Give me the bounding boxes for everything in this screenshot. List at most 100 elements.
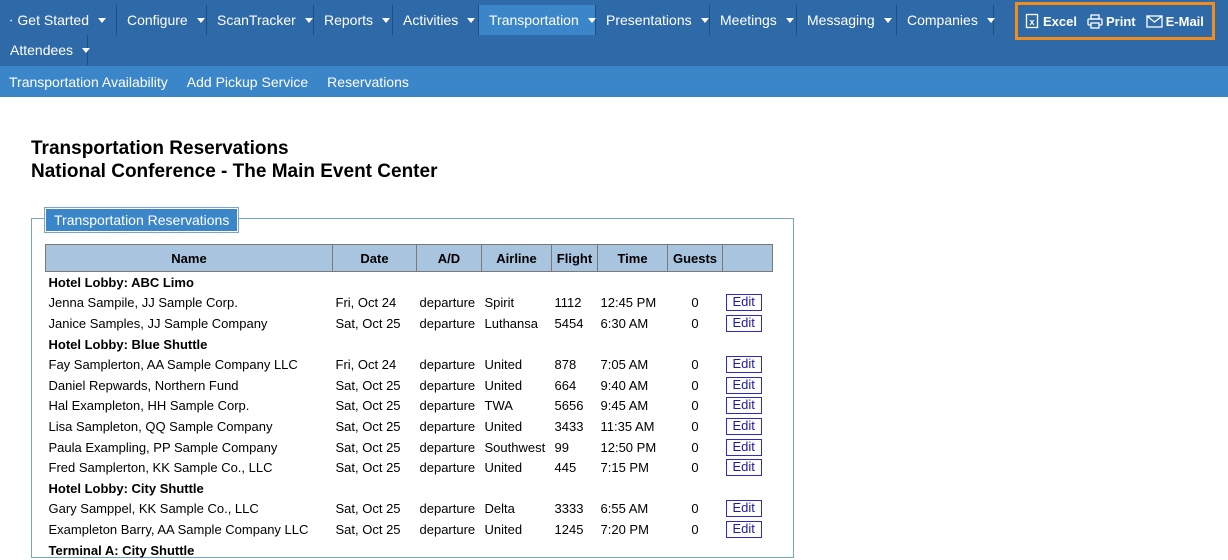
subnav-item-add-pickup-service[interactable]: Add Pickup Service [187, 74, 308, 90]
chevron-down-icon [82, 48, 90, 53]
nav-item-get-started[interactable]: Get Started [0, 5, 117, 35]
email-label: E-Mail [1166, 14, 1204, 29]
edit-button[interactable]: Edit [726, 459, 762, 476]
nav-row-1: Get StartedConfigureScanTrackerReportsAc… [0, 5, 994, 35]
cell-airline: United [482, 416, 552, 437]
cell-date: Sat, Oct 25 [333, 396, 417, 417]
excel-icon: x [1024, 13, 1040, 29]
nav-item-messaging[interactable]: Messaging [797, 5, 897, 35]
cell-action: Edit [723, 437, 773, 458]
cell-flight: 3433 [552, 416, 598, 437]
cell-name: Paula Exampling, PP Sample Company [46, 437, 333, 458]
table-row: Fred Samplerton, KK Sample Co., LLCSat, … [46, 457, 773, 478]
cell-date: Sat, Oct 25 [333, 313, 417, 334]
cell-date: Sat, Oct 25 [333, 519, 417, 540]
cell-guests: 0 [668, 499, 723, 520]
nav-item-attendees[interactable]: Attendees [0, 35, 88, 65]
subnav-item-transportation-availability[interactable]: Transportation Availability [9, 74, 168, 90]
cell-guests: 0 [668, 396, 723, 417]
table-row: Paula Exampling, PP Sample CompanySat, O… [46, 437, 773, 458]
nav-item-configure[interactable]: Configure [117, 5, 207, 35]
group-row: Hotel Lobby: City Shuttle [46, 478, 773, 499]
edit-button[interactable]: Edit [726, 397, 762, 414]
cell-airline: TWA [482, 396, 552, 417]
cell-date: Fri, Oct 24 [333, 293, 417, 314]
chevron-down-icon [382, 18, 390, 23]
cell-ad: departure [417, 499, 482, 520]
cell-name: Fred Samplerton, KK Sample Co., LLC [46, 457, 333, 478]
edit-button[interactable]: Edit [726, 418, 762, 435]
cell-time: 11:35 AM [598, 416, 668, 437]
chevron-down-icon [305, 18, 313, 23]
envelope-icon [1146, 15, 1163, 28]
table-row: Jenna Sampile, JJ Sample Corp.Fri, Oct 2… [46, 293, 773, 314]
chevron-down-icon [987, 18, 995, 23]
cell-name: Jenna Sampile, JJ Sample Corp. [46, 293, 333, 314]
cell-ad: departure [417, 519, 482, 540]
cell-name: Janice Samples, JJ Sample Company [46, 313, 333, 334]
cell-time: 9:40 AM [598, 375, 668, 396]
group-row: Terminal A: City Shuttle [46, 540, 773, 560]
edit-button[interactable]: Edit [726, 315, 762, 332]
print-button[interactable]: Print [1087, 14, 1136, 29]
nav-label: Attendees [10, 35, 73, 65]
table-row: Daniel Repwards, Northern FundSat, Oct 2… [46, 375, 773, 396]
group-label: Hotel Lobby: Blue Shuttle [46, 334, 773, 355]
table-body: Hotel Lobby: ABC LimoJenna Sampile, JJ S… [46, 272, 773, 560]
edit-button[interactable]: Edit [726, 356, 762, 373]
column-header: Time [598, 245, 668, 272]
cell-action: Edit [723, 396, 773, 417]
cell-action: Edit [723, 375, 773, 396]
chevron-down-icon [467, 18, 475, 23]
cell-airline: Delta [482, 499, 552, 520]
page-title-line-1: Transportation Reservations [31, 137, 437, 160]
column-header: Guests [668, 245, 723, 272]
column-header [723, 245, 773, 272]
excel-label: Excel [1043, 14, 1077, 29]
chevron-down-icon [588, 18, 596, 23]
cell-action: Edit [723, 313, 773, 334]
nav-label: Companies [907, 5, 978, 35]
excel-button[interactable]: x Excel [1024, 13, 1077, 29]
group-row: Hotel Lobby: Blue Shuttle [46, 334, 773, 355]
cell-flight: 1112 [552, 293, 598, 314]
cell-action: Edit [723, 519, 773, 540]
cell-action: Edit [723, 293, 773, 314]
column-header: Name [46, 245, 333, 272]
nav-item-scantracker[interactable]: ScanTracker [207, 5, 314, 35]
table-header-row: NameDateA/DAirlineFlightTimeGuests [46, 245, 773, 272]
cell-date: Sat, Oct 25 [333, 457, 417, 478]
table-row: Hal Exampleton, HH Sample Corp.Sat, Oct … [46, 396, 773, 417]
nav-item-meetings[interactable]: Meetings [710, 5, 797, 35]
table-row: Lisa Sampleton, QQ Sample CompanySat, Oc… [46, 416, 773, 437]
cell-action: Edit [723, 416, 773, 437]
email-button[interactable]: E-Mail [1146, 14, 1204, 29]
nav-item-transportation[interactable]: Transportation [479, 5, 596, 35]
top-navigation: Get StartedConfigureScanTrackerReportsAc… [0, 0, 1228, 66]
cell-airline: United [482, 375, 552, 396]
cell-ad: departure [417, 293, 482, 314]
group-label: Hotel Lobby: City Shuttle [46, 478, 773, 499]
edit-button[interactable]: Edit [726, 439, 762, 456]
nav-label: Presentations [606, 5, 692, 35]
edit-button[interactable]: Edit [726, 377, 762, 394]
nav-item-activities[interactable]: Activities [393, 5, 479, 35]
chevron-down-icon [98, 18, 106, 23]
edit-button[interactable]: Edit [726, 521, 762, 538]
cell-ad: departure [417, 375, 482, 396]
cell-flight: 664 [552, 375, 598, 396]
nav-item-reports[interactable]: Reports [314, 5, 393, 35]
reservations-table: NameDateA/DAirlineFlightTimeGuests Hotel… [45, 244, 773, 560]
nav-item-companies[interactable]: Companies [897, 5, 994, 35]
edit-button[interactable]: Edit [726, 500, 762, 517]
edit-button[interactable]: Edit [726, 294, 762, 311]
cell-time: 7:05 AM [598, 354, 668, 375]
cell-name: Exampleton Barry, AA Sample Company LLC [46, 519, 333, 540]
cell-name: Fay Samplerton, AA Sample Company LLC [46, 354, 333, 375]
cell-flight: 878 [552, 354, 598, 375]
subnav-item-reservations[interactable]: Reservations [327, 74, 409, 90]
nav-item-presentations[interactable]: Presentations [596, 5, 710, 35]
svg-text:x: x [1029, 17, 1034, 27]
cell-guests: 0 [668, 416, 723, 437]
home-icon [10, 14, 12, 27]
